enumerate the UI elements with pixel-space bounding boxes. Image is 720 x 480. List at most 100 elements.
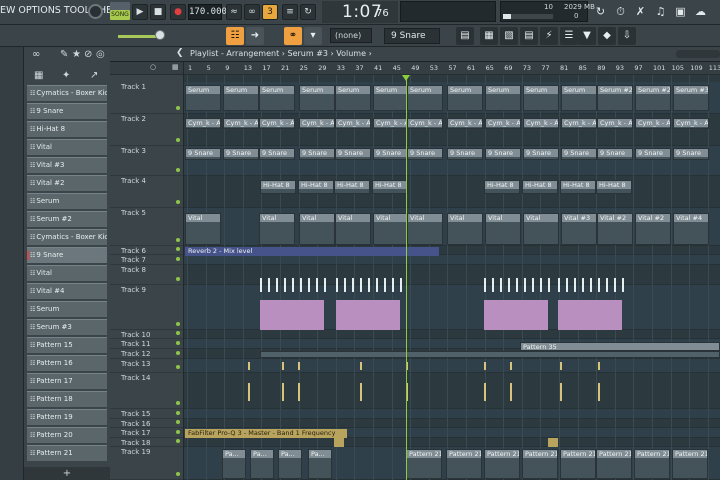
sample-hit[interactable] <box>492 278 494 292</box>
playlist-menu-arrow-icon[interactable]: ❮ <box>176 48 184 58</box>
track-active-led[interactable] <box>176 247 180 251</box>
pattern-clip[interactable]: Hi-Hat 8 <box>334 180 370 194</box>
pattern-clip[interactable]: 9 Snare <box>185 148 221 160</box>
pattern-clip[interactable]: Vital #3 <box>561 213 597 245</box>
pattern-clip[interactable]: 9 Snare <box>635 148 671 160</box>
picker-item[interactable]: ☷Cymatics - Boxer Kick - A <box>27 229 107 245</box>
pattern-clip[interactable]: Cym_k - A <box>185 118 221 129</box>
pattern-clip[interactable]: Vital #2 <box>597 213 633 245</box>
automation-clip[interactable] <box>548 438 558 447</box>
pencil-icon[interactable]: ✎ <box>60 49 68 60</box>
picker-item[interactable]: ☷Pattern 15 <box>27 337 107 353</box>
pattern-clip[interactable]: Cym_k - A <box>635 118 671 129</box>
pattern-clip[interactable]: Pa... <box>222 449 246 479</box>
step-edit-button[interactable]: ≡ <box>282 4 298 20</box>
sample-hit[interactable] <box>532 278 534 292</box>
timeline-ruler[interactable]: 1 5 9 13 17 21 25 29 33 37 41 45 49 53 57 61 65 69 73 77 81 8… <box>184 62 720 75</box>
sample-hit[interactable] <box>622 278 624 292</box>
track-active-led[interactable] <box>176 420 180 424</box>
undo-history-button[interactable]: ↻ <box>592 3 609 21</box>
audio-waveform-clip[interactable] <box>336 300 400 330</box>
automation-clip[interactable]: FabFilter Pro-Q 3 - Master - Band 1 Freq… <box>185 429 347 438</box>
pattern-clip[interactable]: 9 Snare <box>407 148 443 160</box>
track-name[interactable]: Track 8 <box>121 266 146 274</box>
record-button[interactable]: ● <box>170 4 186 20</box>
track-active-led[interactable] <box>176 401 180 405</box>
track-header[interactable]: Track 14 <box>110 373 183 409</box>
sample-hit[interactable] <box>524 278 526 292</box>
track-active-led[interactable] <box>176 472 180 476</box>
pin-button[interactable]: ▼ <box>578 27 596 45</box>
sample-hit[interactable] <box>376 278 378 292</box>
tools-button[interactable]: ✗ <box>632 3 649 21</box>
playhead[interactable] <box>406 75 407 480</box>
track-active-led[interactable] <box>176 341 180 345</box>
track-lane[interactable] <box>184 359 720 373</box>
magnet-icon[interactable]: ∞ <box>32 49 40 60</box>
picker-item[interactable]: ☷9 Snare <box>27 247 107 263</box>
pattern-clip[interactable]: Cym_k - A <box>561 118 597 129</box>
patterns-icon[interactable]: ▦ <box>34 70 43 81</box>
track-active-led[interactable] <box>176 365 180 369</box>
stop-button[interactable]: ■ <box>150 4 166 20</box>
sample-hit[interactable] <box>606 278 608 292</box>
picker-item[interactable]: ☷Vital #3 <box>27 157 107 173</box>
track-lane[interactable] <box>184 330 720 339</box>
channel-rack-button[interactable]: ▾ <box>304 27 322 45</box>
sample-hit[interactable] <box>308 278 310 292</box>
automation-marker[interactable] <box>248 383 250 401</box>
sample-hit[interactable] <box>324 278 326 292</box>
mute-icon[interactable]: ◎ <box>96 49 105 60</box>
pattern-clip[interactable]: Pa... <box>278 449 302 479</box>
track-name[interactable]: Track 15 <box>121 410 150 418</box>
countdown-button[interactable]: 3 <box>262 4 278 20</box>
pattern-clip[interactable]: Serum <box>223 85 259 111</box>
browser-button[interactable]: ☰ <box>560 27 578 45</box>
pattern-clip[interactable]: Vital <box>407 213 443 245</box>
picker-item[interactable]: ☷Pattern 19 <box>27 409 107 425</box>
track-active-led[interactable] <box>176 322 180 326</box>
automation-marker[interactable] <box>360 383 362 401</box>
track-name[interactable]: Track 12 <box>121 350 150 358</box>
picker-item[interactable]: ☷Vital #4 <box>27 283 107 299</box>
track-header[interactable]: Track 5 <box>110 208 183 246</box>
grid-toggle-icon[interactable]: ▦ <box>172 63 179 71</box>
track-name[interactable]: Track 3 <box>121 147 146 155</box>
sample-hit[interactable] <box>558 278 560 292</box>
pattern-clip[interactable]: Serum <box>185 85 221 111</box>
pattern-clip[interactable]: Serum <box>561 85 597 111</box>
sample-hit[interactable] <box>392 278 394 292</box>
browser-strip[interactable] <box>0 47 24 480</box>
track-active-led[interactable] <box>176 277 180 281</box>
pattern-mode-button[interactable] <box>110 2 130 10</box>
pattern-clip[interactable]: Cym_k - A <box>447 118 483 129</box>
master-volume-knob[interactable] <box>88 4 103 19</box>
track-active-led[interactable] <box>176 106 180 110</box>
track-lane[interactable] <box>184 265 720 285</box>
audio-waveform-clip[interactable] <box>260 300 324 330</box>
pattern-clip[interactable]: Serum <box>259 85 295 111</box>
pattern-clip[interactable]: Cym_k - A <box>673 118 709 129</box>
pattern-clip[interactable]: Cym_k - A <box>407 118 443 129</box>
track-header[interactable]: Track 3 <box>110 146 183 176</box>
audio-waveform-clip[interactable] <box>558 300 622 330</box>
pattern-clip[interactable]: 9 Snare <box>259 148 295 160</box>
plugin-button[interactable]: ⚡ <box>540 27 558 45</box>
track-name[interactable]: Track 7 <box>121 256 146 264</box>
sample-hit[interactable] <box>344 278 346 292</box>
render-button[interactable]: ⇩ <box>618 27 636 45</box>
picker-item[interactable]: ☷Hi-Hat 8 <box>27 121 107 137</box>
track-header[interactable]: Track 11 <box>110 339 183 349</box>
pattern-clip[interactable]: Cym_k - A <box>523 118 559 129</box>
time-stretch-button[interactable]: ⏱ <box>612 3 629 21</box>
mic-button[interactable]: ♫ <box>652 3 669 21</box>
playlist-grid[interactable]: Serum Serum Serum Serum Serum Serum Serum Serum… <box>184 75 720 480</box>
sample-hit[interactable] <box>292 278 294 292</box>
sample-hit[interactable] <box>260 278 262 292</box>
automation-clip[interactable] <box>334 438 344 447</box>
pattern-clip[interactable]: 9 Snare <box>223 148 259 160</box>
track-active-led[interactable] <box>176 200 180 204</box>
sample-hit[interactable] <box>268 278 270 292</box>
pattern-clip[interactable]: 9 Snare <box>673 148 709 160</box>
picker-item[interactable]: ☷Serum <box>27 301 107 317</box>
